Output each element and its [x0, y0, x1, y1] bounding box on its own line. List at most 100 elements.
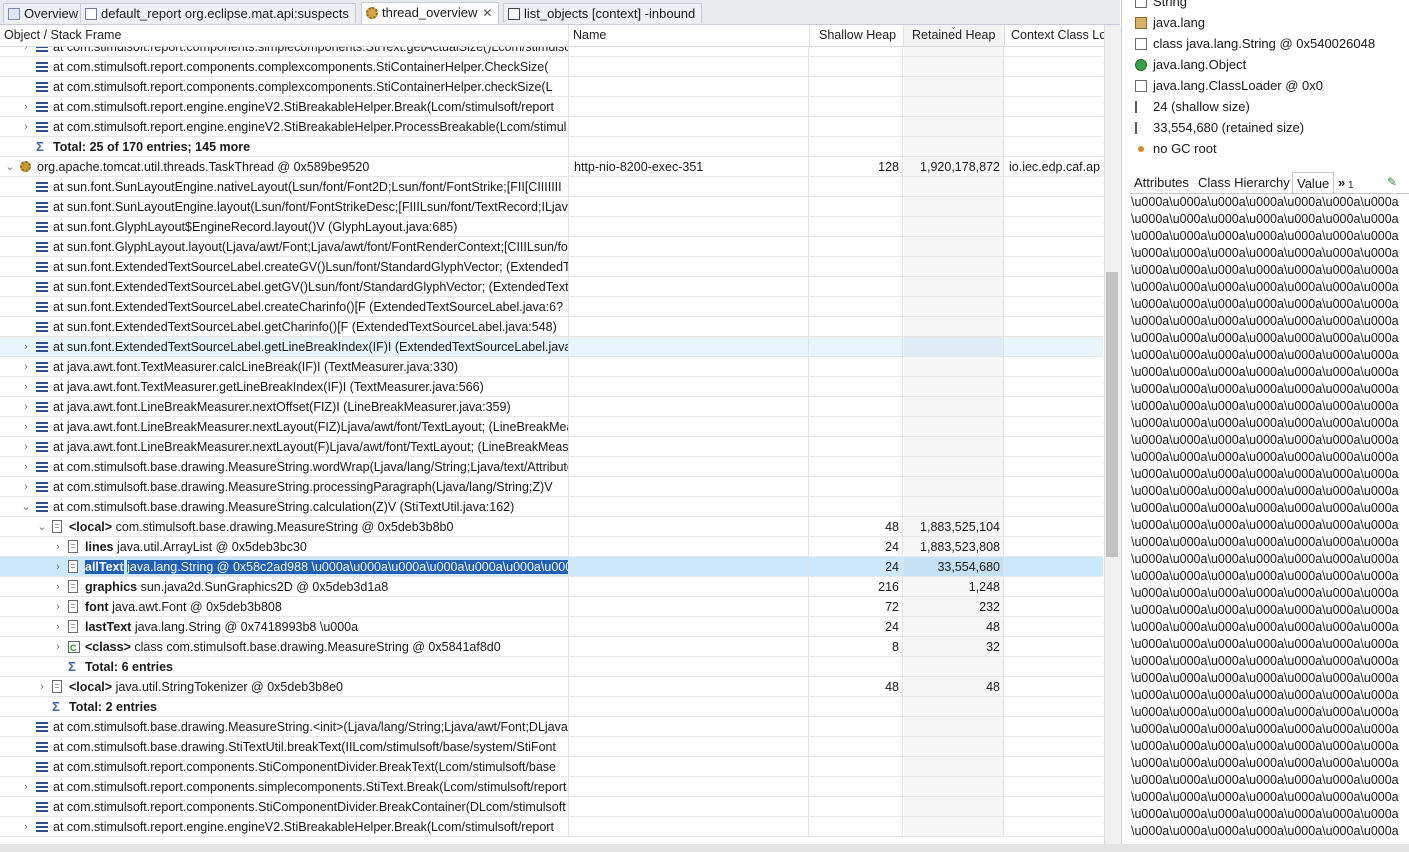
tab-value[interactable]: Value — [1292, 172, 1335, 193]
table-row[interactable]: at com.stimulsoft.report.components.StiC… — [0, 757, 1103, 777]
table-row[interactable]: › at com.stimulsoft.report.engine.engineV… — [0, 817, 1103, 837]
value-line: \u000a\u000a\u000a\u000a\u000a\u000a\u00… — [1131, 756, 1399, 770]
chevron-right-icon[interactable]: › — [20, 117, 32, 136]
chevron-right-icon[interactable]: › — [20, 457, 32, 476]
inspector-item-label: class java.lang.String @ 0x540026048 — [1153, 36, 1376, 51]
table-row[interactable]: › at com.stimulsoft.base.drawing.MeasureS… — [0, 477, 1103, 497]
chevron-right-icon[interactable]: › — [52, 597, 64, 616]
chevron-down-icon[interactable]: ⌄ — [36, 517, 48, 536]
shallow-heap-cell — [810, 217, 903, 236]
shallow-heap-cell: 128 — [810, 157, 903, 176]
table-row[interactable]: at com.stimulsoft.report.components.comp… — [0, 77, 1103, 97]
chevron-right-icon[interactable]: › — [20, 337, 32, 356]
chevron-right-icon[interactable]: › — [20, 777, 32, 796]
table-row[interactable]: › at java.awt.font.LineBreakMeasurer.next… — [0, 437, 1103, 457]
thread-name-cell — [569, 297, 809, 316]
table-row[interactable]: › at sun.font.ExtendedTextSourceLabel.get… — [0, 337, 1103, 357]
table-row[interactable]: at sun.font.SunLayoutEngine.layout(Lsun/… — [0, 197, 1103, 217]
shallow-heap-cell — [810, 337, 903, 356]
chevron-right-icon[interactable]: › — [20, 377, 32, 396]
chevron-right-icon[interactable]: › — [20, 417, 32, 436]
chevron-right-icon[interactable]: › — [52, 557, 64, 576]
tab-attributes[interactable]: Attributes — [1130, 172, 1193, 193]
retained-heap-cell: 1,248 — [904, 577, 1004, 596]
chevron-right-icon[interactable]: › — [52, 617, 64, 636]
chevron-right-icon[interactable]: › — [52, 577, 64, 596]
column-shallow-heap[interactable]: Shallow Heap — [810, 25, 904, 46]
chevron-down-icon[interactable]: ⌄ — [20, 497, 32, 516]
table-row[interactable]: at sun.font.ExtendedTextSourceLabel.crea… — [0, 257, 1103, 277]
table-row[interactable]: at com.stimulsoft.report.components.StiC… — [0, 797, 1103, 817]
table-row[interactable]: › at com.stimulsoft.base.drawing.MeasureS… — [0, 457, 1103, 477]
table-row[interactable]: › lastText java.lang.String @ 0x7418993b8… — [0, 617, 1103, 637]
table-row[interactable]: at sun.font.ExtendedTextSourceLabel.getG… — [0, 277, 1103, 297]
tab-thread-overview[interactable]: thread_overview ✕ — [361, 2, 500, 24]
table-row[interactable]: › at java.awt.font.LineBreakMeasurer.next… — [0, 417, 1103, 437]
table-row[interactable]: at sun.font.SunLayoutEngine.nativeLayout… — [0, 177, 1103, 197]
column-context-class-loader[interactable]: Context Class Lo — [1005, 25, 1105, 46]
chevron-right-icon[interactable]: › — [20, 47, 32, 56]
chevron-down-icon[interactable]: ⌄ — [4, 157, 16, 176]
field-name: lines — [85, 540, 114, 554]
tab-list-objects[interactable]: list_objects [context] -inbound — [503, 3, 703, 23]
stack-frame-icon — [36, 482, 48, 492]
chevron-right-icon[interactable]: › — [52, 637, 64, 656]
context-class-loader-cell — [1005, 797, 1103, 816]
chevron-right-icon[interactable]: › — [52, 537, 64, 556]
close-icon[interactable]: ✕ — [482, 6, 492, 20]
table-row[interactable]: › allText java.lang.String @ 0x58c2ad988 … — [0, 557, 1103, 577]
column-name[interactable]: Name — [569, 25, 810, 46]
string-value-view[interactable]: \u000a\u000a\u000a\u000a\u000a\u000a\u00… — [1131, 194, 1401, 844]
table-row[interactable]: › at com.stimulsoft.report.engine.engineV… — [0, 97, 1103, 117]
table-row[interactable]: ⌄ at com.stimulsoft.base.drawing.MeasureS… — [0, 497, 1103, 517]
table-row[interactable]: at com.stimulsoft.base.drawing.StiTextUt… — [0, 737, 1103, 757]
thread-name-cell — [569, 357, 809, 376]
table-row[interactable]: › at com.stimulsoft.report.engine.engineV… — [0, 117, 1103, 137]
object-cell: › at com.stimulsoft.report.components.sim… — [0, 777, 569, 796]
table-row[interactable]: › graphics sun.java2d.SunGraphics2D @ 0x5… — [0, 577, 1103, 597]
table-row[interactable]: › at java.awt.font.TextMeasurer.getLineBr… — [0, 377, 1103, 397]
tab-class-hierarchy[interactable]: Class Hierarchy — [1194, 172, 1294, 193]
pin-icon[interactable]: ✎ — [1383, 172, 1401, 193]
table-row[interactable]: at sun.font.GlyphLayout.layout(Ljava/awt… — [0, 237, 1103, 257]
stack-frame-icon — [36, 202, 48, 212]
table-row[interactable]: at sun.font.GlyphLayout$EngineRecord.lay… — [0, 217, 1103, 237]
table-row[interactable]: at com.stimulsoft.base.drawing.MeasureSt… — [0, 717, 1103, 737]
object-icon — [68, 540, 78, 553]
chevron-right-icon[interactable]: › — [20, 477, 32, 496]
chevron-right-icon[interactable]: › — [20, 437, 32, 456]
retained-heap-cell — [904, 477, 1004, 496]
table-row[interactable]: ⌄ <local> com.stimulsoft.base.drawing.Mea… — [0, 517, 1103, 537]
table-row[interactable]: › font java.awt.Font @ 0x5deb3b808 72 232 — [0, 597, 1103, 617]
table-row[interactable]: › <class> class com.stimulsoft.base.drawi… — [0, 637, 1103, 657]
context-class-loader-cell — [1005, 57, 1103, 76]
table-row[interactable]: at sun.font.ExtendedTextSourceLabel.getC… — [0, 317, 1103, 337]
chevron-right-icon[interactable]: › — [20, 397, 32, 416]
table-row[interactable]: › at com.stimulsoft.report.components.sim… — [0, 47, 1103, 57]
table-row[interactable]: › at java.awt.font.TextMeasurer.calcLineB… — [0, 357, 1103, 377]
bottom-scrollbar[interactable] — [0, 844, 1409, 852]
tab-overview[interactable]: Overview — [3, 3, 86, 23]
table-row[interactable]: › lines java.util.ArrayList @ 0x5deb3bc30… — [0, 537, 1103, 557]
tree-scrollbar-thumb[interactable] — [1106, 272, 1118, 557]
table-row[interactable]: ⌄ org.apache.tomcat.util.threads.TaskThre… — [0, 157, 1103, 177]
tab-default-report[interactable]: default_report org.eclipse.mat.api:suspe… — [80, 3, 356, 23]
retained-heap-cell — [904, 437, 1004, 456]
table-row[interactable]: › at java.awt.font.LineBreakMeasurer.next… — [0, 397, 1103, 417]
table-row[interactable]: Σ Total: 25 of 170 entries; 145 more — [0, 137, 1103, 157]
table-row[interactable]: Σ Total: 6 entries — [0, 657, 1103, 677]
table-row[interactable]: Σ Total: 2 entries — [0, 697, 1103, 717]
stack-frame-icon — [36, 442, 48, 452]
table-row[interactable]: at sun.font.ExtendedTextSourceLabel.crea… — [0, 297, 1103, 317]
chevron-right-icon[interactable]: › — [36, 677, 48, 696]
chevron-right-icon[interactable]: › — [20, 97, 32, 116]
class-icon — [68, 638, 80, 656]
table-row[interactable]: › <local> java.util.StringTokenizer @ 0x5… — [0, 677, 1103, 697]
object-label: at java.awt.font.LineBreakMeasurer.nextL… — [53, 440, 569, 454]
object-icon — [52, 520, 62, 533]
chevron-right-icon[interactable]: › — [20, 357, 32, 376]
chevron-right-icon[interactable]: › — [20, 817, 32, 836]
table-row[interactable]: › at com.stimulsoft.report.components.sim… — [0, 777, 1103, 797]
table-row[interactable]: at com.stimulsoft.report.components.comp… — [0, 57, 1103, 77]
column-object-stack-frame[interactable]: Object / Stack Frame — [0, 25, 569, 46]
